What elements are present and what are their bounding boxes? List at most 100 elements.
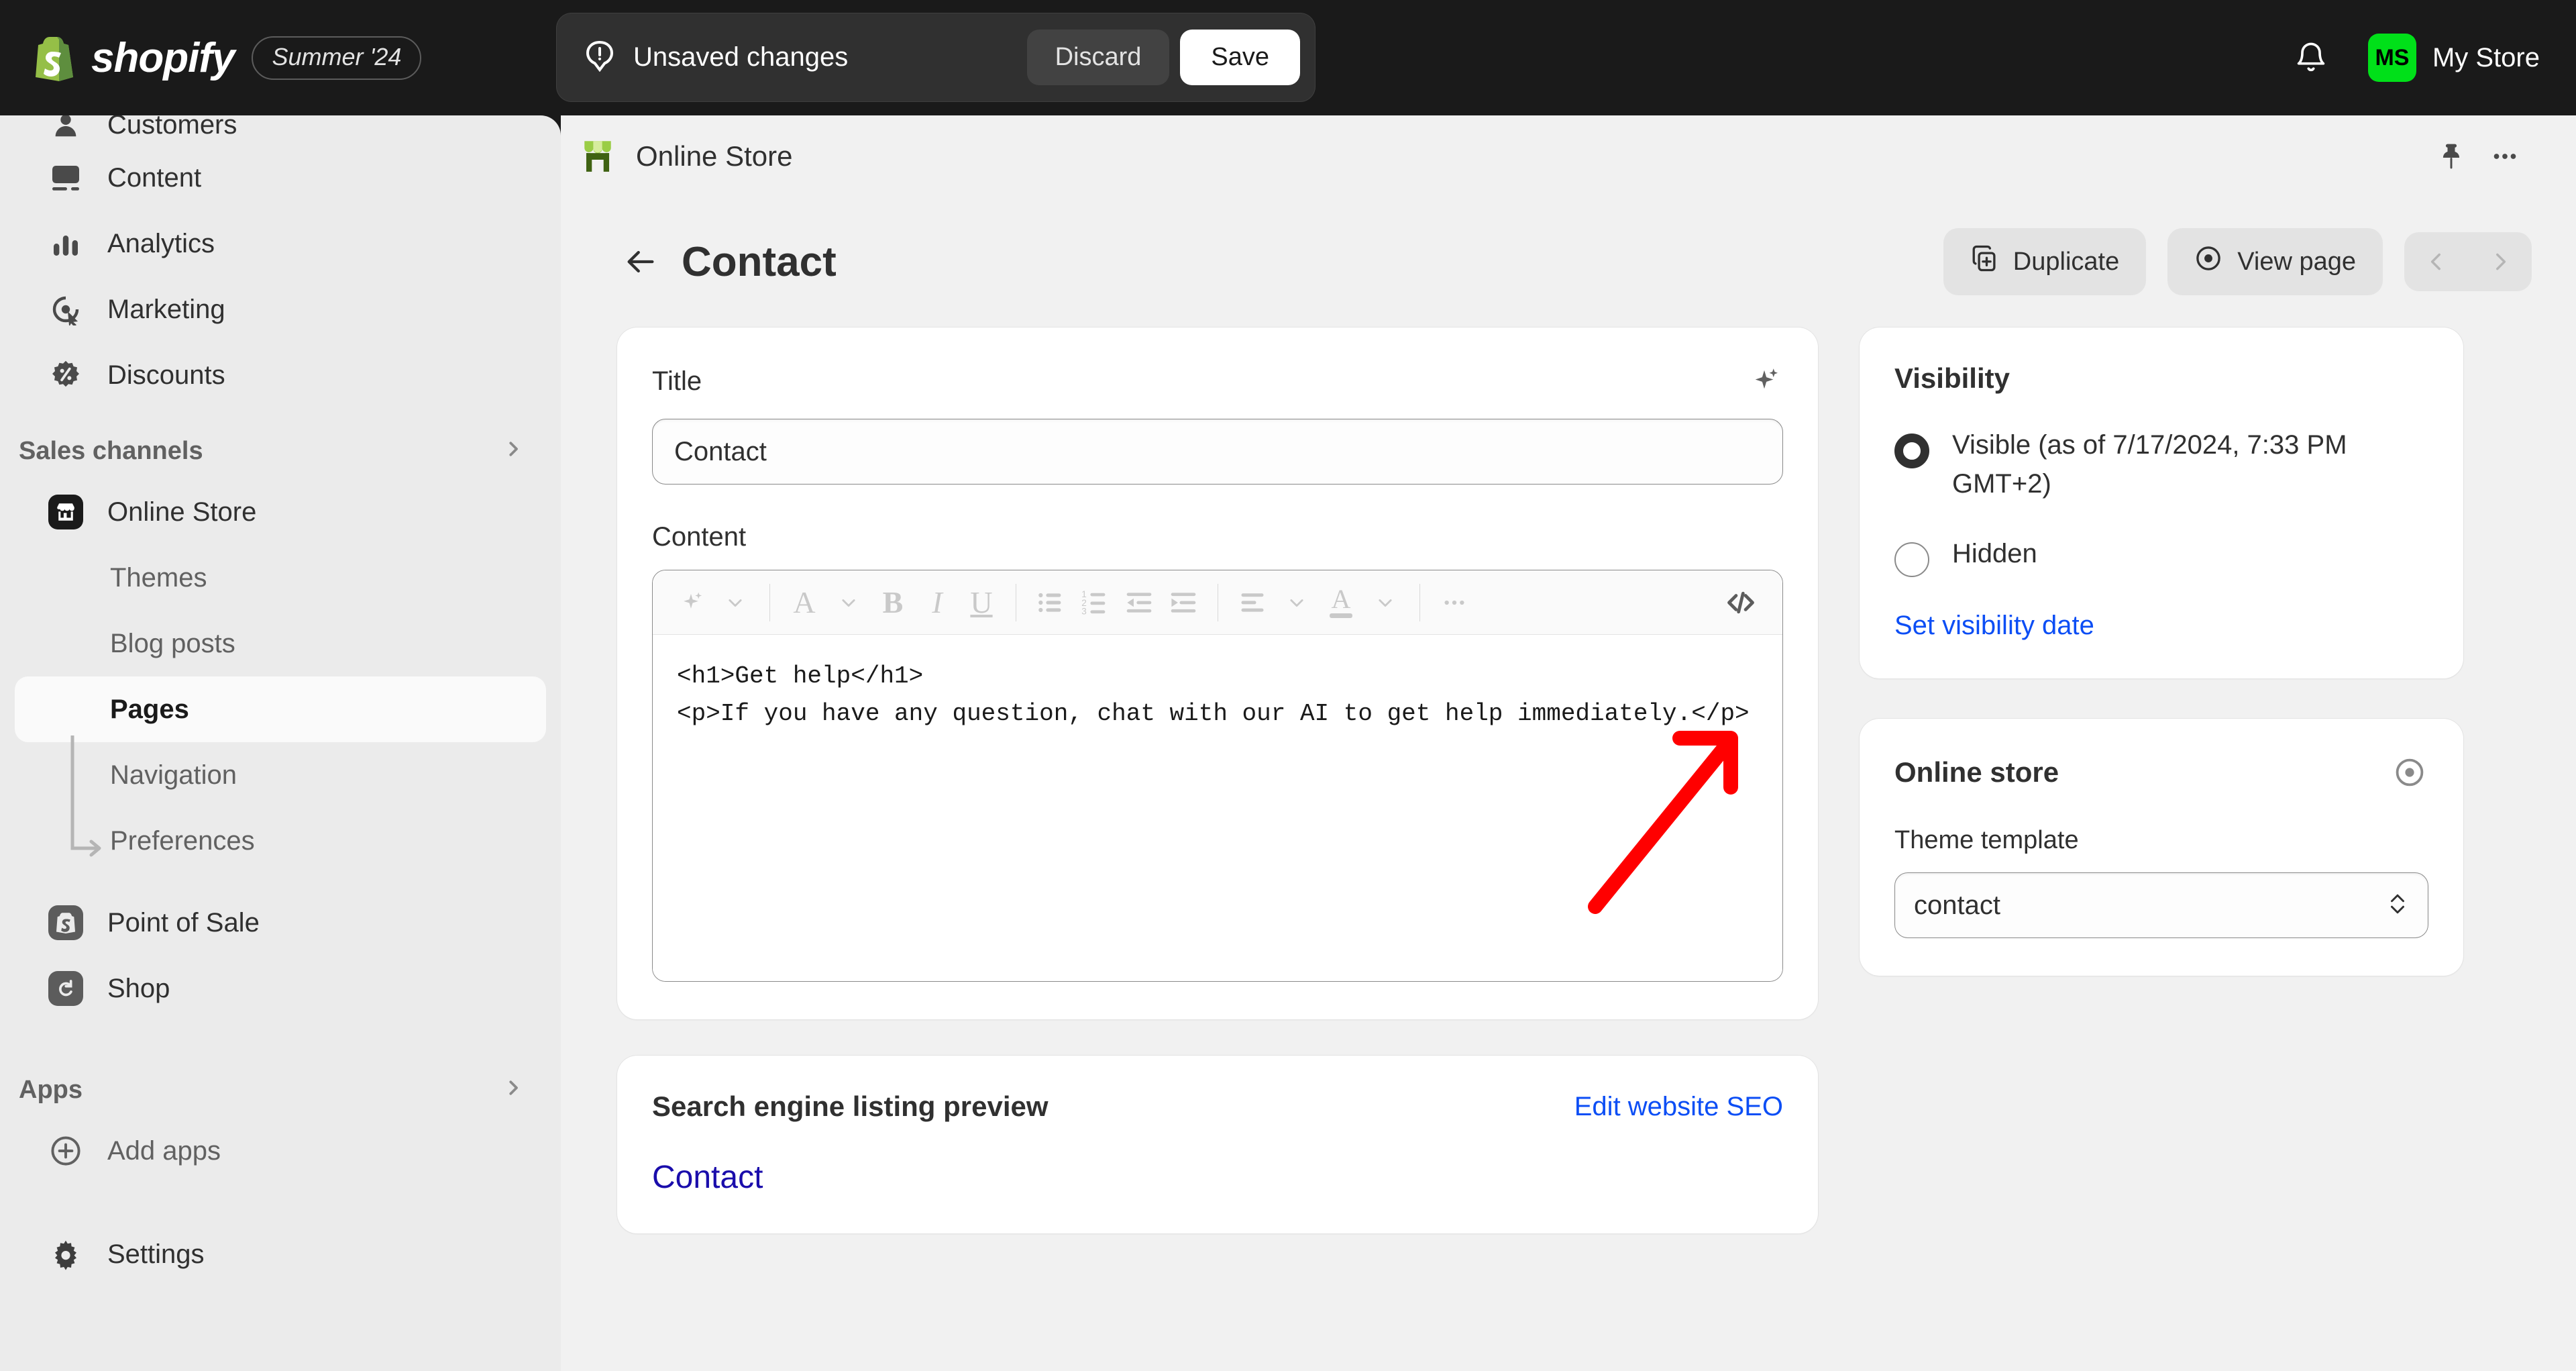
- sidebar-item-label: Content: [107, 163, 201, 193]
- theme-template-label: Theme template: [1894, 826, 2428, 855]
- toolbar-separator: [769, 584, 770, 621]
- chevron-right-icon: [503, 437, 523, 466]
- paragraph-style-icon[interactable]: A: [784, 580, 825, 625]
- italic-icon[interactable]: I: [916, 580, 958, 625]
- magic-chevron-icon[interactable]: [714, 580, 756, 625]
- discard-button[interactable]: Discard: [1027, 30, 1170, 85]
- online-store-card: Online store Theme template contact: [1860, 719, 2463, 976]
- svg-text:3: 3: [1081, 606, 1087, 616]
- content-image-icon: [48, 160, 83, 195]
- visibility-option-hidden[interactable]: Hidden: [1894, 534, 2428, 577]
- arrow-left-icon[interactable]: [617, 238, 664, 285]
- theme-template-select[interactable]: contact: [1894, 872, 2428, 938]
- code-textarea[interactable]: <h1>Get help</h1> <p>If you have any que…: [653, 635, 1782, 981]
- paragraph-style-chevron-icon[interactable]: [828, 580, 869, 625]
- sidebar-item-add-apps[interactable]: Add apps: [15, 1118, 546, 1184]
- sparkle-icon[interactable]: [1746, 362, 1783, 400]
- align-icon[interactable]: [1232, 580, 1273, 625]
- main-panel: Online Store Contact: [561, 115, 2576, 1371]
- text-color-icon[interactable]: A: [1320, 580, 1362, 625]
- title-input[interactable]: [652, 419, 1783, 485]
- shopify-wordmark: shopify: [91, 34, 234, 82]
- top-bar: shopify Summer '24 Unsaved changes Disca…: [0, 0, 2576, 115]
- view-page-label: View page: [2237, 248, 2356, 276]
- left-column: Title Content: [617, 327, 1818, 1233]
- indent-icon[interactable]: [1163, 580, 1204, 625]
- sidebar-item-label: Preferences: [110, 826, 255, 856]
- section-title: Apps: [19, 1076, 83, 1105]
- duplicate-button[interactable]: Duplicate: [1943, 228, 2146, 295]
- sidebar-item-label: Shop: [107, 974, 170, 1004]
- content-grid: Title Content: [561, 295, 2576, 1233]
- sidebar-section-sales-channels[interactable]: Sales channels: [0, 423, 561, 479]
- visibility-option-visible[interactable]: Visible (as of 7/17/2024, 7:33 PM GMT+2): [1894, 425, 2428, 503]
- radio-hidden[interactable]: [1894, 542, 1929, 577]
- sidebar-item-label: Discounts: [107, 360, 225, 391]
- sidebar-item-navigation[interactable]: Navigation: [15, 742, 546, 808]
- top-bar-right: MS My Store: [2288, 0, 2540, 115]
- code-brackets-icon[interactable]: [1717, 580, 1765, 625]
- chevron-right-icon[interactable]: [2468, 232, 2532, 291]
- sidebar-item-content[interactable]: Content: [15, 145, 546, 211]
- sidebar-item-marketing[interactable]: Marketing: [15, 276, 546, 342]
- duplicate-label: Duplicate: [2013, 248, 2119, 276]
- editor-toolbar: A B I U: [653, 570, 1782, 635]
- title-field-label: Title: [652, 366, 702, 397]
- avatar: MS: [2368, 34, 2416, 82]
- outdent-icon[interactable]: [1118, 580, 1160, 625]
- bold-icon[interactable]: B: [872, 580, 914, 625]
- season-badge: Summer '24: [252, 36, 421, 80]
- bulleted-list-icon[interactable]: [1030, 580, 1071, 625]
- breadcrumb: Online Store: [561, 115, 2576, 197]
- seo-preview-title[interactable]: Contact: [652, 1159, 1783, 1196]
- edit-website-seo-link[interactable]: Edit website SEO: [1574, 1092, 1783, 1122]
- save-button[interactable]: Save: [1180, 30, 1300, 85]
- right-column: Visibility Visible (as of 7/17/2024, 7:3…: [1860, 327, 2463, 1233]
- section-title: Sales channels: [19, 437, 203, 466]
- sidebar-item-label: Point of Sale: [107, 908, 260, 938]
- sidebar-section-apps[interactable]: Apps: [0, 1062, 561, 1118]
- pin-icon[interactable]: [2424, 130, 2478, 183]
- select-caret-icon: [2386, 888, 2409, 923]
- sidebar-item-pages[interactable]: Pages: [15, 676, 546, 742]
- sidebar-item-shop[interactable]: Shop: [15, 956, 546, 1021]
- sidebar: Customers Content Analytics: [0, 115, 561, 1371]
- visibility-card: Visibility Visible (as of 7/17/2024, 7:3…: [1860, 327, 2463, 678]
- green-storefront-icon: [581, 137, 614, 176]
- set-visibility-date-link[interactable]: Set visibility date: [1894, 611, 2094, 641]
- view-page-button[interactable]: View page: [2167, 228, 2383, 295]
- sidebar-item-blog-posts[interactable]: Blog posts: [15, 611, 546, 676]
- radio-visible[interactable]: [1894, 434, 1929, 468]
- text-color-chevron-icon[interactable]: [1364, 580, 1406, 625]
- sidebar-item-label: Customers: [107, 115, 237, 140]
- breadcrumb-label: Online Store: [636, 140, 792, 172]
- sidebar-item-themes[interactable]: Themes: [15, 545, 546, 611]
- alert-circle-icon: [584, 40, 616, 75]
- sidebar-item-analytics[interactable]: Analytics: [15, 211, 546, 276]
- breadcrumb-online-store[interactable]: Online Store: [581, 137, 792, 176]
- seo-card: Search engine listing preview Edit websi…: [617, 1056, 1818, 1233]
- store-switcher[interactable]: MS My Store: [2368, 34, 2540, 82]
- underline-icon[interactable]: U: [961, 580, 1002, 625]
- bell-icon[interactable]: [2288, 34, 2334, 81]
- store-name: My Store: [2432, 43, 2540, 73]
- numbered-list-icon[interactable]: 1 2 3: [1074, 580, 1116, 625]
- gear-icon: [48, 1237, 83, 1272]
- sidebar-item-settings[interactable]: Settings: [15, 1221, 546, 1287]
- sidebar-item-customers[interactable]: Customers: [15, 115, 546, 145]
- page-editor-card: Title Content: [617, 327, 1818, 1019]
- sidebar-item-preferences[interactable]: Preferences: [15, 808, 546, 874]
- sidebar-item-label: Blog posts: [110, 629, 235, 659]
- ellipsis-icon[interactable]: [2478, 130, 2532, 183]
- sidebar-item-discounts[interactable]: Discounts: [15, 342, 546, 408]
- more-options-icon[interactable]: [1434, 580, 1475, 625]
- align-chevron-icon[interactable]: [1276, 580, 1318, 625]
- duplicate-icon: [1970, 244, 1998, 279]
- chevron-left-icon[interactable]: [2404, 232, 2468, 291]
- eye-target-icon[interactable]: [2391, 754, 2428, 791]
- sidebar-item-online-store[interactable]: Online Store: [15, 479, 546, 545]
- brand-logo[interactable]: shopify Summer '24: [35, 34, 421, 82]
- sidebar-item-point-of-sale[interactable]: Point of Sale: [15, 890, 546, 956]
- magic-icon[interactable]: [670, 580, 712, 625]
- analytics-bars-icon: [48, 226, 83, 261]
